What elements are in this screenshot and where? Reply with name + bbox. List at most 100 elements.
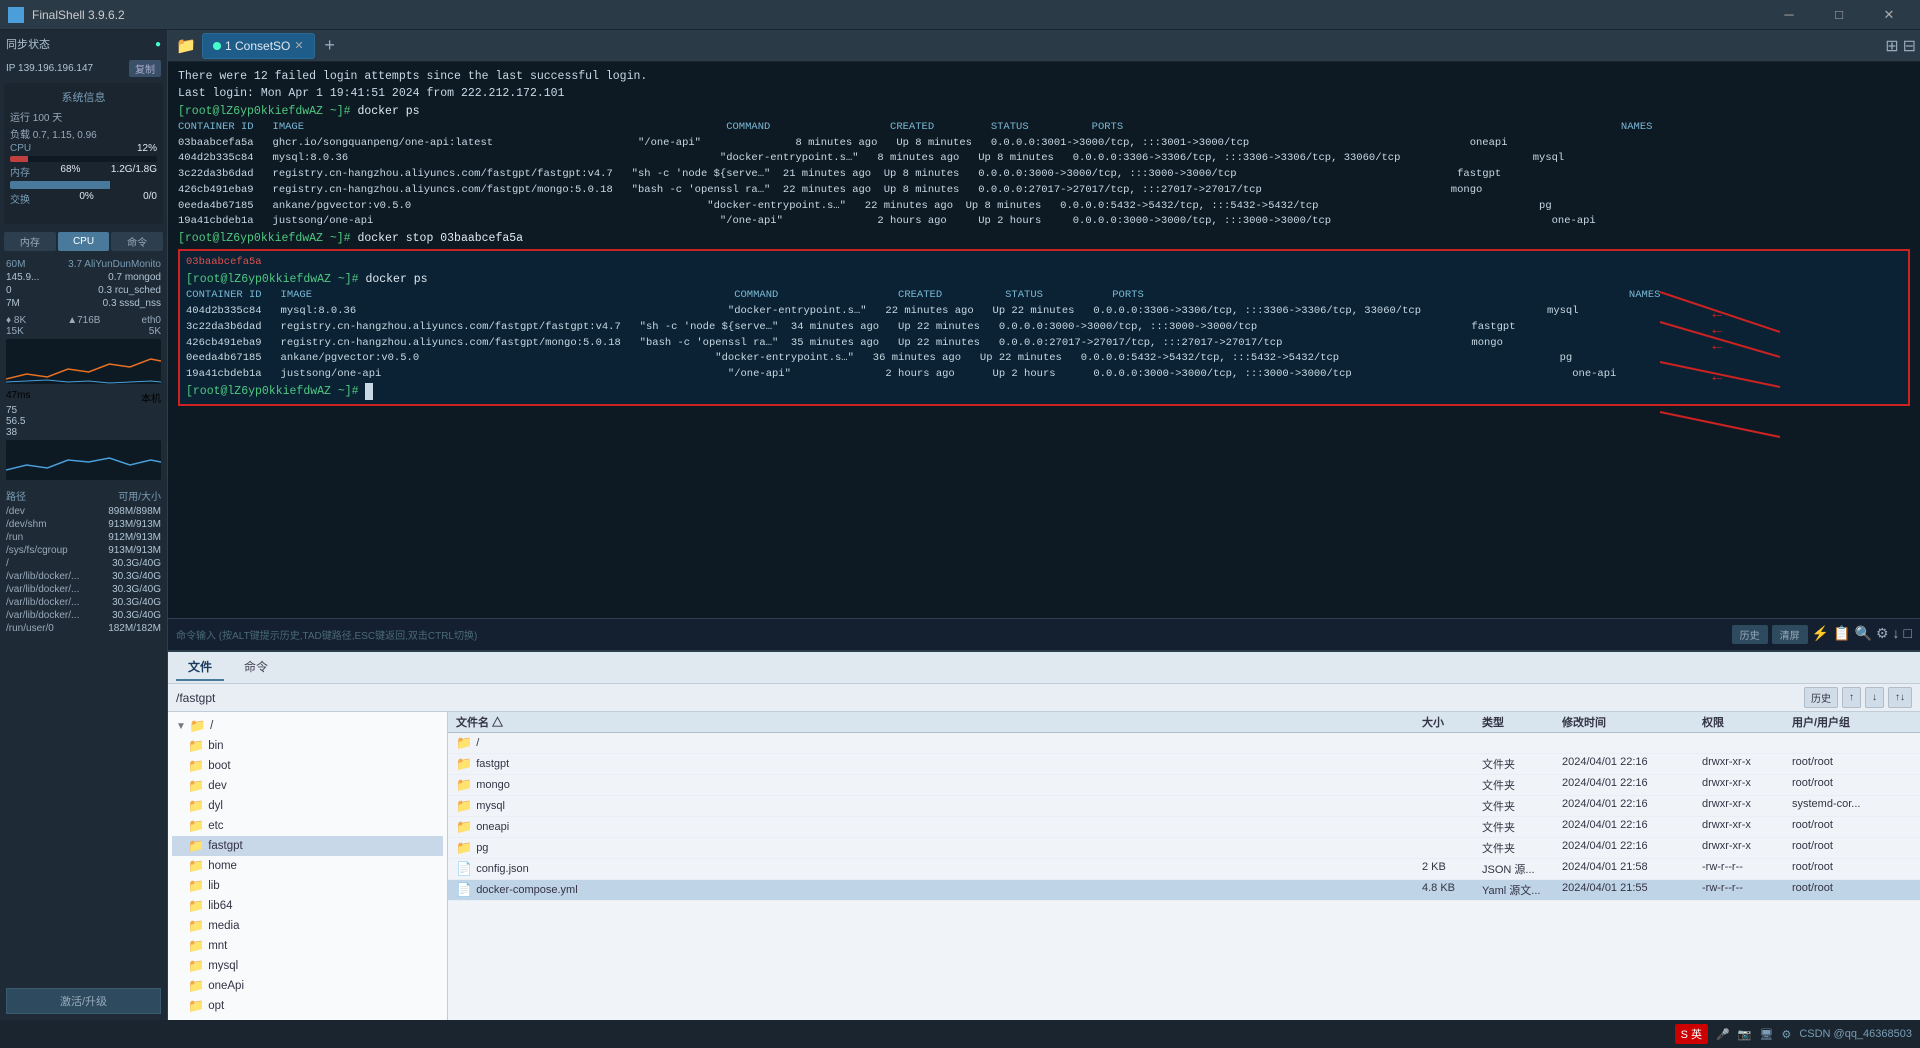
history-button[interactable]: 历史 <box>1732 625 1768 644</box>
file-row-oneapi[interactable]: 📁oneapi 文件夹 2024/04/01 22:16 drwxr-xr-x … <box>448 817 1920 838</box>
session-tab-close[interactable]: ✕ <box>294 39 303 52</box>
file-row-docker-compose[interactable]: 📄docker-compose.yml 4.8 KB Yaml 源文... 20… <box>448 880 1920 901</box>
file-row-mysql[interactable]: 📁mysql 文件夹 2024/04/01 22:16 drwxr-xr-x s… <box>448 796 1920 817</box>
maximize-button[interactable]: □ <box>1816 0 1862 30</box>
status-camera[interactable]: 📷 <box>1738 1028 1752 1041</box>
file-list[interactable]: 文件名 △ 大小 类型 修改时间 权限 用户/用户组 📁/ <box>448 712 1920 1020</box>
col-header-date: 修改时间 <box>1562 714 1702 730</box>
terminal-icon-4[interactable]: ⚙ <box>1876 625 1889 644</box>
tree-root[interactable]: ▼ 📁 / <box>172 716 443 736</box>
col-header-size: 大小 <box>1422 714 1482 730</box>
folder-icon-button[interactable]: 📁 <box>172 32 200 60</box>
tree-arrow-root: ▼ <box>176 721 186 732</box>
folder-icon-lib: 📁 <box>188 878 204 894</box>
terminal-icon-6[interactable]: □ <box>1904 625 1912 644</box>
file-row-mongo[interactable]: 📁mongo 文件夹 2024/04/01 22:16 drwxr-xr-x r… <box>448 775 1920 796</box>
status-mic[interactable]: 🎤 <box>1716 1028 1730 1041</box>
layout-icon[interactable]: ⊞ <box>1885 36 1898 56</box>
terminal-icon-2[interactable]: 📋 <box>1833 625 1850 644</box>
status-monitor[interactable]: 🖥 <box>1759 1028 1773 1041</box>
term-header-1: CONTAINER ID IMAGE COMMAND CREATED STATU… <box>178 120 1910 136</box>
load-label: 负载 0.7, 1.15, 0.96 <box>10 126 97 141</box>
tab-cpu[interactable]: CPU <box>58 232 110 251</box>
fm-up-btn[interactable]: ↑ <box>1842 687 1861 708</box>
copy-ip-button[interactable]: 复制 <box>129 60 161 77</box>
tab-mem[interactable]: 内存 <box>4 232 56 251</box>
tab-cmd[interactable]: 命令 <box>111 232 163 251</box>
add-tab-button[interactable]: + <box>317 33 343 59</box>
fm-body: ▼ 📁 / 📁 bin 📁 boot 📁 dev <box>168 712 1920 1020</box>
tree-label-lib64: lib64 <box>208 900 232 912</box>
terminal-icon-1[interactable]: ⚡ <box>1812 625 1829 644</box>
file-row-config[interactable]: 📄config.json 2 KB JSON 源... 2024/04/01 2… <box>448 859 1920 880</box>
file-date-docker-compose: 2024/04/01 21:55 <box>1562 882 1702 898</box>
file-name-oneapi: 📁oneapi <box>456 819 1422 835</box>
fm-toolbar: /fastgpt 历史 ↑ ↓ ↑↓ <box>168 684 1920 712</box>
folder-icon-fm-pg: 📁 <box>456 840 472 856</box>
tree-opt[interactable]: 📁 opt <box>172 996 443 1016</box>
upgrade-button[interactable]: 激活/升级 <box>6 988 161 1014</box>
fm-updown-btn[interactable]: ↑↓ <box>1888 687 1912 708</box>
process-header: 60M3.7 AliYunDunMonito <box>6 259 161 270</box>
ip-item: IP 139.196.196.147 复制 <box>0 58 167 79</box>
term-container-1: 03baabcefa5a ghcr.io/songquanpeng/one-ap… <box>178 136 1910 152</box>
fm-header: 文件 命令 <box>168 652 1920 684</box>
tree-mnt[interactable]: 📁 mnt <box>172 936 443 956</box>
terminal-icon-3[interactable]: 🔍 <box>1855 625 1872 644</box>
term-container-6: 19a41cbdeb1a justsong/one-api "/one-api"… <box>178 214 1910 230</box>
tree-dev[interactable]: 📁 dev <box>172 776 443 796</box>
net-recv: 15K <box>6 326 24 337</box>
window-controls[interactable]: ─ □ ✕ <box>1766 0 1912 30</box>
status-settings[interactable]: ⚙ <box>1781 1028 1791 1041</box>
fm-tab-cmd[interactable]: 命令 <box>232 654 280 681</box>
disk-row-run: /run912M/913M <box>6 531 161 544</box>
title-bar-left: FinalShell 3.9.6.2 <box>8 7 125 23</box>
file-perm-docker-compose: -rw-r--r-- <box>1702 882 1792 898</box>
tree-fastgpt[interactable]: 📁 fastgpt <box>172 836 443 856</box>
file-name-pg: 📁pg <box>456 840 1422 856</box>
file-row-parent[interactable]: 📁/ <box>448 733 1920 754</box>
tree-label-media: media <box>208 920 239 932</box>
fm-tab-files[interactable]: 文件 <box>176 654 224 681</box>
clear-button[interactable]: 清屏 <box>1772 625 1808 644</box>
process-tabs[interactable]: 内存 CPU 命令 <box>0 232 167 251</box>
col-header-user: 用户/用户组 <box>1792 714 1912 730</box>
close-button[interactable]: ✕ <box>1866 0 1912 30</box>
minimize-button[interactable]: ─ <box>1766 0 1812 30</box>
cpu-bar-fill <box>10 156 28 162</box>
file-row-fastgpt[interactable]: 📁fastgpt 文件夹 2024/04/01 22:16 drwxr-xr-x… <box>448 754 1920 775</box>
title-bar: FinalShell 3.9.6.2 ─ □ ✕ <box>0 0 1920 30</box>
tree-etc[interactable]: 📁 etc <box>172 816 443 836</box>
file-type-pg: 文件夹 <box>1482 840 1562 856</box>
terminal-output[interactable]: There were 12 failed login attempts sinc… <box>168 62 1920 618</box>
cpu-row: CPU 12% <box>10 143 157 154</box>
col-header-perm: 权限 <box>1702 714 1792 730</box>
fm-down-btn[interactable]: ↓ <box>1865 687 1884 708</box>
latency-value: 47ms <box>6 390 30 405</box>
tree-lib64[interactable]: 📁 lib64 <box>172 896 443 916</box>
fm-history-btn[interactable]: 历史 <box>1804 687 1838 708</box>
tree-lib[interactable]: 📁 lib <box>172 876 443 896</box>
net-stats: 15K 5K <box>6 326 161 337</box>
session-tab-1[interactable]: 1 ConsetSO ✕ <box>202 33 315 59</box>
swap-value: 0% <box>79 191 93 206</box>
file-row-pg[interactable]: 📁pg 文件夹 2024/04/01 22:16 drwxr-xr-x root… <box>448 838 1920 859</box>
file-perm-parent <box>1702 735 1792 751</box>
file-date-mysql: 2024/04/01 22:16 <box>1562 798 1702 814</box>
tree-label-lib: lib <box>208 880 220 892</box>
tree-bin[interactable]: 📁 bin <box>172 736 443 756</box>
tree-oneapi[interactable]: 📁 oneApi <box>172 976 443 996</box>
term-final-prompt: [root@lZ6yp0kkiefdwAZ ~]# <box>186 383 1902 400</box>
tree-dyl[interactable]: 📁 dyl <box>172 796 443 816</box>
tree-mysql[interactable]: 📁 mysql <box>172 956 443 976</box>
split-icon[interactable]: ⊟ <box>1903 36 1916 56</box>
swap-row: 交换 0% 0/0 <box>10 191 157 206</box>
tree-home[interactable]: 📁 home <box>172 856 443 876</box>
file-tree[interactable]: ▼ 📁 / 📁 bin 📁 boot 📁 dev <box>168 712 448 1020</box>
term-container-3b: 3c22da3b6dad registry.cn-hangzhou.aliyun… <box>186 320 1902 336</box>
tree-boot[interactable]: 📁 boot <box>172 756 443 776</box>
tree-media[interactable]: 📁 media <box>172 916 443 936</box>
tree-label-dev: dev <box>208 780 227 792</box>
terminal-icon-5[interactable]: ↓ <box>1893 625 1900 644</box>
col-header-name: 文件名 △ <box>456 714 1422 730</box>
